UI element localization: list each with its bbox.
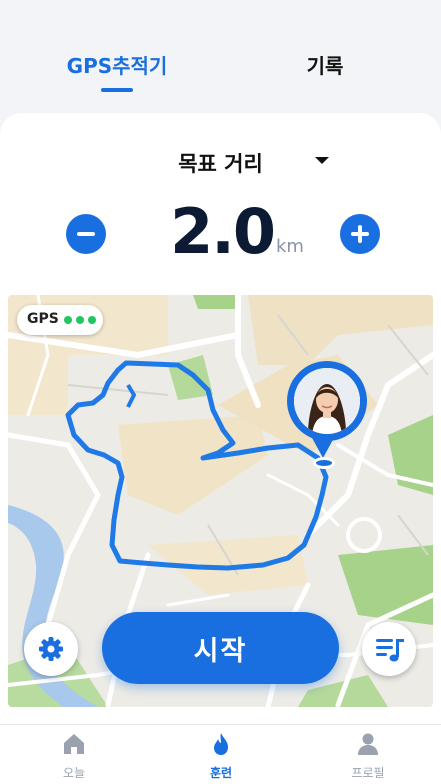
gps-signal-dot [64,316,72,324]
playlist-icon [376,639,404,662]
start-button[interactable]: 시작 [102,612,339,684]
home-icon [64,734,84,754]
bottom-navigation: 오늘 훈련 프로필 [0,724,441,784]
top-tab-bar: GPS추적기 기록 [0,0,441,112]
nav-label-profile: 프로필 [351,766,385,780]
goal-distance-label: 목표 거리 [178,152,263,176]
person-icon [358,733,378,755]
nav-item-today[interactable]: 오늘 [29,725,119,784]
pin-tail [311,436,335,458]
gear-icon [39,637,63,661]
current-location-pin [287,361,367,441]
distance-unit: km [276,236,304,257]
dropdown-caret-icon[interactable] [315,157,329,164]
gps-signal-dot [88,316,96,324]
decrease-distance-button[interactable] [66,214,106,254]
nav-label-today: 오늘 [62,766,86,780]
nav-item-profile[interactable]: 프로필 [323,725,413,784]
pin-location-dot [313,457,335,469]
minus-icon [77,232,95,236]
nav-item-training[interactable]: 훈련 [176,725,266,784]
gps-status-badge: GPS [17,305,103,335]
gps-label: GPS [27,311,59,327]
tab-record[interactable]: 기록 [280,50,370,79]
plus-icon [351,225,369,243]
nav-label-training: 훈련 [209,766,233,780]
distance-value: 2.0 [170,195,276,268]
flame-icon [214,733,228,755]
avatar-portrait-icon [294,368,360,434]
settings-button[interactable] [24,622,78,676]
avatar [294,368,360,434]
tab-gps-tracker[interactable]: GPS추적기 [58,50,176,79]
increase-distance-button[interactable] [340,214,380,254]
active-tab-indicator [101,88,133,92]
gps-signal-dot [76,316,84,324]
start-button-label: 시작 [193,635,248,667]
goal-distance-selector[interactable]: 목표 거리 [0,146,441,180]
music-playlist-button[interactable] [362,622,416,676]
